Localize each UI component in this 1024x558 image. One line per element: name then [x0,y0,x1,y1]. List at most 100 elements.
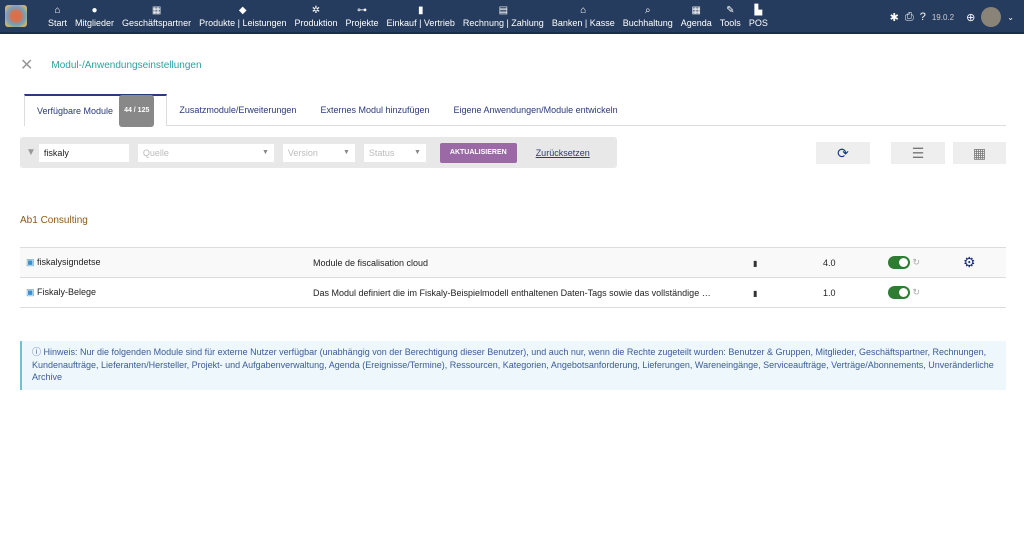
tab-label: Verfügbare Module [37,106,114,116]
nav-item-pos[interactable]: ▙ POS [745,0,772,33]
list-icon: ☰ [911,144,925,161]
note-text: Hinweis: Nur die folgenden Module sind f… [32,347,994,382]
tab-bar: Verfügbare Module 44 / 125 Zusatzmodule/E… [24,94,1006,127]
module-icon: ▣ [26,287,35,297]
module-version: 4.0 [823,247,888,278]
nav-item-banken-kasse[interactable]: ⌂ Banken | Kasse [548,0,619,33]
nav-item-label: Banken | Kasse [551,18,615,28]
nav-item-tools[interactable]: ✎ Tools [716,0,745,33]
nav-item-label: Projekte [345,18,379,28]
reload-icon[interactable]: ↻ [913,287,921,297]
nav-item-label: Mitglieder [75,18,115,28]
tab-addons[interactable]: Zusatzmodule/Erweiterungen [167,94,308,125]
page-header: ✕ Modul-/Anwendungseinstellungen [20,55,202,75]
briefcase-icon: ▮ [417,5,424,16]
filter-bar: ▼ fiskaly Quelle ▼ Version ▼ Status ▼ AKTUA… [20,137,617,168]
nav-item-label: POS [748,18,768,28]
invoice-icon: ▤ [498,5,509,16]
nav-item-label: Einkauf | Vertrieb [386,18,455,28]
module-name: Fiskaly-Belege [37,287,97,297]
nav-item-label: Buchhaltung [622,18,673,28]
nav-item-label: Geschäftspartner [122,18,192,28]
project-icon: ⊶ [357,5,368,16]
wrench-icon: ✎ [726,5,735,16]
chevron-down-icon[interactable]: ⌄ [1007,13,1014,22]
module-description: Module de fiscalisation cloud [313,247,753,278]
bug-icon[interactable]: ✱ [890,11,899,24]
nav-item-label: Produktion [294,18,338,28]
main-menu: ⌂ Start ● Mitglieder ▦ Geschäftspartner ◆ Produ… [44,0,772,33]
settings-gear-icon[interactable]: ⚙ [963,254,976,270]
table-row: ▣ fiskalysigndetse Module de fiscalisati… [20,247,1006,278]
nav-item-agenda[interactable]: ▦ Agenda [677,0,716,33]
source-select[interactable]: Quelle ▼ [137,143,274,162]
version-select[interactable]: Version ▼ [282,143,355,162]
nav-item-label: Agenda [680,18,712,28]
nav-item-label: Produkte | Leistungen [199,18,287,28]
bank-icon: ⌂ [580,5,587,16]
home-icon: ⌂ [54,5,61,16]
tab-add-external-module[interactable]: Externes Modul hinzufügen [308,94,441,125]
list-view-button[interactable]: ☰ [891,142,945,164]
add-icon[interactable]: ⊕ [966,11,975,24]
nav-item-produktion[interactable]: ✲ Produktion [290,0,341,33]
tools-icon: ✕ [20,57,34,74]
module-version: 1.0 [823,277,888,308]
caret-down-icon: ▼ [413,149,421,156]
table-icon: ▦ [972,144,987,161]
tab-available-modules[interactable]: Verfügbare Module 44 / 125 [24,94,168,127]
refresh-button[interactable]: ⟳ [816,142,870,164]
module-table: ▣ fiskalysigndetse Module de fiscalisati… [20,247,1006,308]
app-logo[interactable] [5,5,27,27]
nav-item-label: Rechnung | Zahlung [462,18,544,28]
nav-item-label: Start [48,18,68,28]
nav-item-geschäftspartner[interactable]: ▦ Geschäftspartner [118,0,195,33]
nav-item-mitglieder[interactable]: ● Mitglieder [71,0,118,33]
status-placeholder: Status [368,147,395,158]
reload-icon[interactable]: ↻ [913,257,921,267]
cube-icon: ◆ [238,5,247,16]
group-heading: Ab1 Consulting [20,215,88,226]
module-count-badge: 44 / 125 [119,95,155,127]
page-title: Modul-/Anwendungseinstellungen [51,59,202,71]
status-select[interactable]: Status ▼ [363,143,426,162]
nav-item-start[interactable]: ⌂ Start [44,0,71,33]
navbar-right: ✱ ⎙ ? 19.0.2 ⊕ ⌄ [890,7,1014,27]
top-navbar: ⌂ Start ● Mitglieder ▦ Geschäftspartner ◆ Produ… [0,0,1024,34]
apply-filter-button[interactable]: AKTUALISIEREN [439,142,517,163]
nav-item-projekte[interactable]: ⊶ Projekte [342,0,383,33]
reset-filter-link[interactable]: Zurücksetzen [536,148,590,158]
nav-item-produkte-leistungen[interactable]: ◆ Produkte | Leistungen [195,0,290,33]
avatar[interactable] [981,7,1002,27]
version-placeholder: Version [287,147,318,158]
caret-down-icon: ▼ [342,149,350,156]
help-icon[interactable]: ? [920,11,926,23]
filter-icon: ▼ [26,147,36,158]
nav-item-einkauf-vertrieb[interactable]: ▮ Einkauf | Vertrieb [383,0,459,33]
grid-view-button[interactable]: ▦ [953,142,1006,164]
enable-toggle[interactable] [888,256,910,269]
print-icon[interactable]: ⎙ [905,11,914,24]
search-input[interactable]: fiskaly [38,143,129,162]
user-icon: ● [91,5,98,16]
caret-down-icon: ▼ [261,149,269,156]
calendar-icon: ▦ [691,5,701,16]
version-label: 19.0.2 [931,12,955,22]
enable-toggle[interactable] [888,286,910,299]
cubes-icon: ✲ [311,5,321,16]
nav-item-label: Tools [719,18,741,28]
table-row: ▣ Fiskaly-Belege Das Modul definiert die… [20,277,1006,308]
module-icon: ▣ [26,257,35,267]
nav-item-buchhaltung[interactable]: ⌕ Buchhaltung [619,0,677,33]
tab-develop-modules[interactable]: Eigene Anwendungen/Module entwickeln [442,94,630,125]
info-book-icon[interactable]: ▮ [753,289,757,298]
nav-item-rechnung-zahlung[interactable]: ▤ Rechnung | Zahlung [459,0,548,33]
info-book-icon[interactable]: ▮ [753,259,757,268]
module-name: fiskalysigndetse [37,257,101,267]
building-icon: ▦ [151,5,162,16]
source-placeholder: Quelle [142,147,169,158]
refresh-icon: ⟳ [837,144,849,161]
info-icon: ⓘ [32,347,44,357]
module-description: Das Modul definiert die im Fiskaly-Beisp… [313,277,753,308]
cash-register-icon: ▙ [754,5,763,16]
